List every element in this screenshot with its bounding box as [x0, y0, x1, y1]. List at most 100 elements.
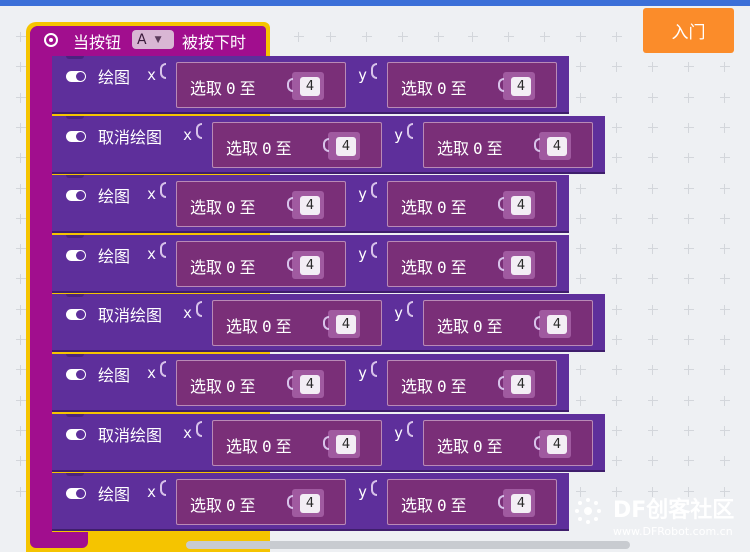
horizontal-scrollbar[interactable] — [186, 541, 630, 549]
number-block[interactable]: 4 — [498, 72, 535, 100]
random-x-block[interactable]: 选取 0 至 4 — [212, 121, 382, 168]
plot-block[interactable]: 绘图 x y 选取 0 至 4 选取 0 至 4 — [52, 473, 569, 532]
grid-marker — [720, 456, 730, 467]
intro-button[interactable]: 入门 — [643, 8, 734, 53]
random-x-block[interactable]: 选取 0 至 4 — [212, 419, 382, 466]
random-min-value[interactable]: 0 — [473, 437, 483, 456]
gear-icon[interactable] — [44, 33, 58, 47]
random-min-value[interactable]: 0 — [437, 258, 447, 277]
random-min-value[interactable]: 0 — [473, 317, 483, 336]
random-pick-text: 选取 — [226, 317, 259, 337]
plot-block[interactable]: 绘图 x y 选取 0 至 4 选取 0 至 4 — [52, 175, 569, 234]
random-min-value[interactable]: 0 — [437, 377, 447, 396]
random-max-value[interactable]: 4 — [511, 494, 531, 514]
number-block[interactable]: 4 — [323, 310, 360, 339]
toggle-icon[interactable] — [66, 71, 86, 82]
plot-block[interactable]: 绘图 x y 选取 0 至 4 选取 0 至 4 — [52, 234, 569, 293]
toggle-icon[interactable] — [66, 249, 86, 261]
number-block[interactable]: 4 — [498, 370, 535, 398]
random-max-value[interactable]: 4 — [300, 255, 320, 275]
random-x-block[interactable]: 选取 0 至 4 — [176, 181, 346, 228]
random-min-value[interactable]: 0 — [226, 496, 236, 515]
button-select-dropdown[interactable]: A ▼ — [132, 30, 174, 49]
random-max-value[interactable]: 4 — [511, 77, 531, 96]
random-min-value[interactable]: 0 — [473, 139, 483, 158]
number-block[interactable]: 4 — [287, 191, 324, 220]
grid-marker — [362, 32, 372, 42]
random-y-block[interactable]: 选取 0 至 4 — [423, 300, 593, 347]
random-max-value[interactable]: 4 — [300, 196, 320, 216]
random-min-value[interactable]: 0 — [226, 79, 236, 98]
random-y-block[interactable]: 选取 0 至 4 — [387, 479, 557, 526]
toggle-icon[interactable] — [66, 428, 86, 440]
random-x-block[interactable]: 选取 0 至 4 — [212, 300, 382, 347]
unplot-block[interactable]: 取消绘图 x y 选取 0 至 4 选取 0 至 4 — [52, 413, 605, 472]
number-block[interactable]: 4 — [498, 191, 535, 220]
random-min-value[interactable]: 0 — [226, 377, 236, 396]
random-max-value[interactable]: 4 — [511, 196, 531, 216]
unplot-block[interactable]: 取消绘图 x y 选取 0 至 4 选取 0 至 4 — [52, 294, 605, 353]
number-block[interactable]: 4 — [287, 489, 324, 518]
grid-marker — [294, 32, 304, 42]
random-label: 选取 0 至 — [226, 313, 292, 337]
random-min-value[interactable]: 0 — [437, 198, 447, 217]
number-block[interactable]: 4 — [534, 310, 571, 339]
random-max-value[interactable]: 4 — [547, 136, 567, 156]
random-max-value[interactable]: 4 — [547, 434, 567, 454]
number-block[interactable]: 4 — [287, 370, 324, 398]
random-y-block[interactable]: 选取 0 至 4 — [387, 360, 557, 406]
number-block[interactable]: 4 — [534, 429, 571, 458]
number-block[interactable]: 4 — [287, 72, 324, 100]
unplot-block[interactable]: 取消绘图 x y 选取 0 至 4 选取 0 至 4 — [52, 115, 605, 174]
random-x-block[interactable]: 选取 0 至 4 — [176, 479, 346, 526]
random-max-value[interactable]: 4 — [300, 494, 320, 514]
toggle-icon[interactable] — [66, 488, 86, 500]
input-socket-icon — [323, 316, 329, 331]
random-y-block[interactable]: 选取 0 至 4 — [423, 121, 593, 168]
random-x-block[interactable]: 选取 0 至 4 — [176, 360, 346, 406]
random-y-block[interactable]: 选取 0 至 4 — [423, 419, 593, 466]
random-max-value[interactable]: 4 — [547, 315, 567, 335]
random-to-text: 至 — [486, 436, 503, 456]
random-x-block[interactable]: 选取 0 至 4 — [176, 62, 346, 108]
random-max-value[interactable]: 4 — [336, 136, 356, 156]
number-block[interactable]: 4 — [287, 250, 324, 279]
random-x-block[interactable]: 选取 0 至 4 — [176, 240, 346, 287]
random-max-value[interactable]: 4 — [300, 77, 320, 96]
event-block-body[interactable] — [30, 26, 52, 548]
random-max-value[interactable]: 4 — [300, 375, 320, 394]
toggle-icon[interactable] — [66, 190, 86, 202]
random-max-value[interactable]: 4 — [511, 375, 531, 394]
number-block[interactable]: 4 — [498, 489, 535, 518]
number-block[interactable]: 4 — [498, 250, 535, 279]
random-max-value[interactable]: 4 — [511, 255, 531, 275]
random-max-value[interactable]: 4 — [336, 315, 356, 335]
plot-block[interactable]: 绘图 x y 选取 0 至 4 选取 0 至 4 — [52, 354, 569, 412]
random-min-value[interactable]: 0 — [437, 496, 447, 515]
toggle-icon[interactable] — [66, 130, 86, 142]
toggle-icon[interactable] — [66, 309, 86, 321]
number-block[interactable]: 4 — [323, 131, 360, 160]
random-min-value[interactable]: 0 — [226, 258, 236, 277]
random-min-value[interactable]: 0 — [262, 317, 272, 336]
random-max-value[interactable]: 4 — [336, 434, 356, 454]
random-y-block[interactable]: 选取 0 至 4 — [387, 62, 557, 108]
x-label: x — [183, 304, 193, 323]
grid-marker — [612, 395, 622, 406]
watermark-brand: DF创客社区 — [613, 498, 735, 523]
random-pick-text: 选取 — [437, 138, 470, 158]
random-min-value[interactable]: 0 — [262, 437, 272, 456]
number-block[interactable]: 4 — [534, 131, 571, 160]
random-min-value[interactable]: 0 — [437, 79, 447, 98]
plot-block[interactable]: 绘图 x y 选取 0 至 4 选取 0 至 4 — [52, 56, 569, 114]
toggle-icon[interactable] — [66, 369, 86, 380]
number-block[interactable]: 4 — [323, 429, 360, 458]
random-to-text: 至 — [486, 138, 503, 158]
random-min-value[interactable]: 0 — [226, 198, 236, 217]
grid-marker — [684, 183, 694, 194]
random-y-block[interactable]: 选取 0 至 4 — [387, 240, 557, 287]
grid-marker — [612, 153, 622, 164]
dfrobot-logo-icon — [575, 498, 601, 524]
random-min-value[interactable]: 0 — [262, 139, 272, 158]
random-y-block[interactable]: 选取 0 至 4 — [387, 181, 557, 228]
